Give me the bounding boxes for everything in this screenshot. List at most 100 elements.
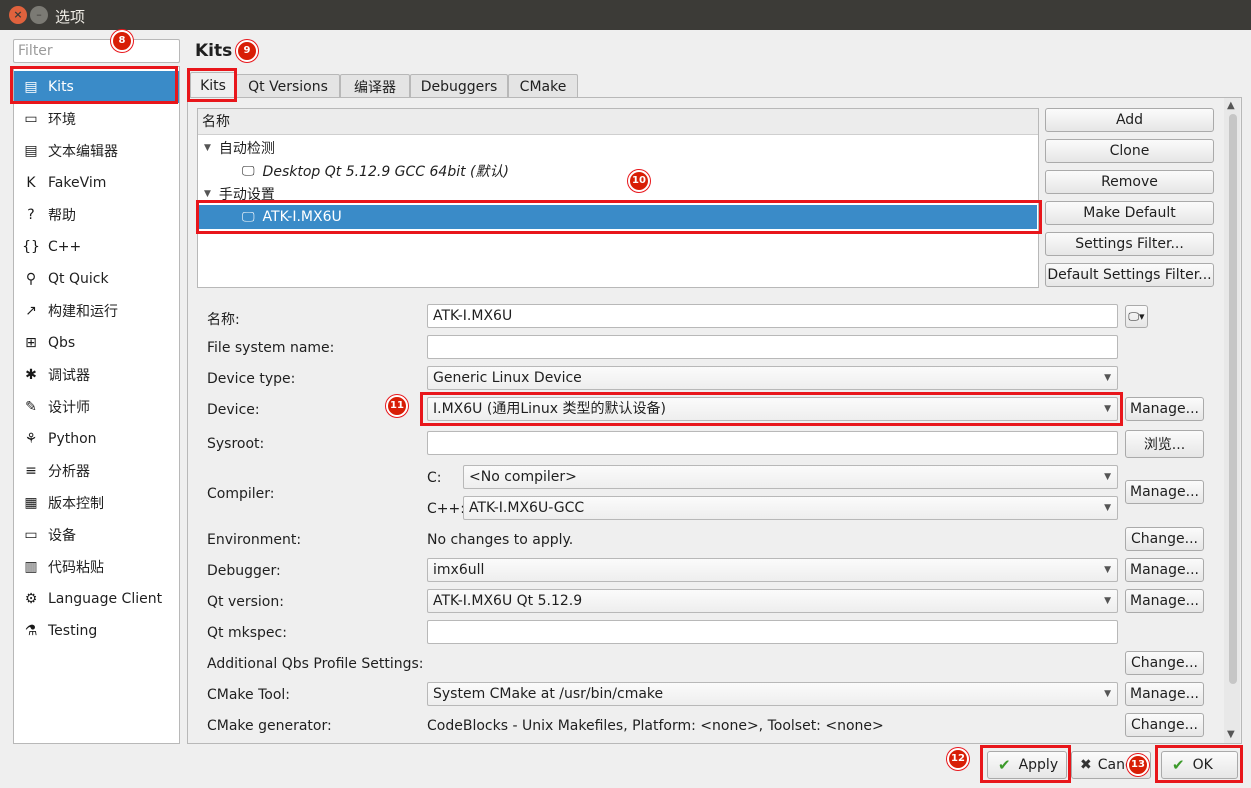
- annotation-badge: 9: [236, 40, 258, 62]
- sidebar-item-testing[interactable]: ⚗ Testing: [14, 615, 179, 647]
- filter-input[interactable]: [13, 39, 180, 63]
- cmake-tool-manage-button[interactable]: Manage...: [1125, 682, 1204, 706]
- compiler-label: Compiler:: [207, 486, 275, 502]
- qt-version-combo[interactable]: ATK-I.MX6U Qt 5.12.9 ▼: [427, 589, 1118, 613]
- qbs-settings-label: Additional Qbs Profile Settings:: [207, 656, 424, 672]
- sidebar-item-qt-quick[interactable]: ⚲ Qt Quick: [14, 263, 179, 295]
- debugger-combo[interactable]: imx6ull ▼: [427, 558, 1118, 582]
- device-type-combo[interactable]: Generic Linux Device ▼: [427, 366, 1118, 390]
- sidebar-item--[interactable]: ≡ 分析器: [14, 455, 179, 487]
- mkspec-field[interactable]: [427, 620, 1118, 644]
- sidebar-item--[interactable]: ✎ 设计师: [14, 391, 179, 423]
- tab-qt-versions[interactable]: Qt Versions: [236, 74, 340, 98]
- minimize-window-icon[interactable]: –: [30, 6, 48, 24]
- sidebar-item-label: Qbs: [48, 335, 76, 351]
- cancel-x-icon: ✖: [1080, 757, 1092, 773]
- compiler-cpp-label: C++:: [427, 501, 465, 517]
- checkmark-icon: ✔: [1172, 756, 1185, 774]
- tab-cmake[interactable]: CMake: [508, 74, 578, 98]
- monitor-icon: 🖵▾: [1128, 309, 1145, 323]
- default-settings-filter-button[interactable]: Default Settings Filter...: [1045, 263, 1214, 287]
- version-control-icon: ▦: [24, 495, 38, 511]
- sidebar-item-label: 构建和运行: [48, 304, 118, 320]
- expand-arrow-icon[interactable]: ▼: [204, 143, 211, 153]
- sidebar-item-label: C++: [48, 239, 82, 255]
- ok-button[interactable]: ✔ OK: [1161, 751, 1238, 779]
- fs-name-field[interactable]: [427, 335, 1118, 359]
- sidebar-item-label: 调试器: [48, 368, 90, 384]
- device-manage-button[interactable]: Manage...: [1125, 397, 1204, 421]
- sidebar-item-label: 设备: [48, 528, 76, 544]
- scroll-down-icon[interactable]: ▼: [1227, 729, 1235, 740]
- compiler-c-label: C:: [427, 470, 442, 486]
- sidebar-item--[interactable]: ↗ 构建和运行: [14, 295, 179, 327]
- sysroot-field[interactable]: [427, 431, 1118, 455]
- sidebar-item--[interactable]: ▭ 环境: [14, 103, 179, 135]
- cmake-generator-change-button[interactable]: Change...: [1125, 713, 1204, 737]
- sidebar-item--[interactable]: ? 帮助: [14, 199, 179, 231]
- annotation-badge: 10: [628, 170, 650, 192]
- tree-group-manual[interactable]: ▼ 手动设置: [204, 182, 275, 206]
- cmake-generator-value: CodeBlocks - Unix Makefiles, Platform: <…: [427, 718, 884, 734]
- window-title: 选项: [55, 8, 86, 26]
- settings-filter-button[interactable]: Settings Filter...: [1045, 232, 1214, 256]
- tree-kit-desktop[interactable]: 🖵 Desktop Qt 5.12.9 GCC 64bit (默认): [242, 159, 509, 183]
- make-default-button[interactable]: Make Default: [1045, 201, 1214, 225]
- tree-kit-desktop-label: Desktop Qt 5.12.9 GCC 64bit (默认): [262, 164, 509, 180]
- tree-header-name[interactable]: 名称: [198, 109, 1038, 135]
- compiler-manage-button[interactable]: Manage...: [1125, 480, 1204, 504]
- kit-tree: [197, 108, 1039, 288]
- expand-arrow-icon[interactable]: ▼: [204, 189, 211, 199]
- device-combo[interactable]: I.MX6U (通用Linux 类型的默认设备) ▼: [427, 397, 1118, 421]
- sidebar-item-kits[interactable]: ▤ Kits: [14, 71, 179, 103]
- sidebar-item--[interactable]: ✱ 调试器: [14, 359, 179, 391]
- sidebar-item--[interactable]: ▥ 代码粘贴: [14, 551, 179, 583]
- debugger-manage-button[interactable]: Manage...: [1125, 558, 1204, 582]
- device-icon-picker[interactable]: 🖵▾: [1125, 305, 1148, 328]
- sysroot-browse-button[interactable]: 浏览...: [1125, 430, 1204, 458]
- qt-version-value: ATK-I.MX6U Qt 5.12.9: [433, 593, 583, 609]
- cmake-tool-combo[interactable]: System CMake at /usr/bin/cmake ▼: [427, 682, 1118, 706]
- sidebar-item-label: 文本编辑器: [48, 144, 118, 160]
- page-title: Kits: [195, 41, 233, 61]
- compiler-cpp-combo[interactable]: ATK-I.MX6U-GCC ▼: [463, 496, 1118, 520]
- scroll-up-icon[interactable]: ▲: [1227, 100, 1235, 111]
- dropdown-arrow-icon: ▼: [1104, 565, 1111, 575]
- sidebar-item-c++[interactable]: {} C++: [14, 231, 179, 263]
- tree-kit-atk-imx6u[interactable]: 🖵 ATK-I.MX6U: [199, 205, 1037, 229]
- close-window-icon[interactable]: ×: [9, 6, 27, 24]
- sidebar-item-python[interactable]: ⚘ Python: [14, 423, 179, 455]
- sidebar-item-label: FakeVim: [48, 175, 107, 191]
- sidebar-item-label: 分析器: [48, 464, 90, 480]
- environment-change-button[interactable]: Change...: [1125, 527, 1204, 551]
- hammer-icon: ↗: [25, 303, 37, 319]
- name-field[interactable]: ATK-I.MX6U: [427, 304, 1118, 328]
- qbs-change-button[interactable]: Change...: [1125, 651, 1204, 675]
- apply-button[interactable]: ✔ Apply: [987, 751, 1067, 779]
- tree-group-auto[interactable]: ▼ 自动检测: [204, 136, 275, 160]
- tab-debuggers[interactable]: Debuggers: [410, 74, 508, 98]
- add-button[interactable]: Add: [1045, 108, 1214, 132]
- remove-button[interactable]: Remove: [1045, 170, 1214, 194]
- scrollbar-thumb[interactable]: [1229, 114, 1237, 684]
- braces-icon: {}: [22, 239, 40, 255]
- language-client-icon: ⚙: [24, 591, 38, 607]
- compiler-c-combo[interactable]: <No compiler> ▼: [463, 465, 1118, 489]
- sidebar-item--[interactable]: ▦ 版本控制: [14, 487, 179, 519]
- tab-compilers[interactable]: 编译器: [340, 74, 410, 98]
- annotation-badge: 12: [947, 748, 969, 770]
- sidebar-item--[interactable]: ▤ 文本编辑器: [14, 135, 179, 167]
- sidebar-item--[interactable]: ▭ 设备: [14, 519, 179, 551]
- clone-button[interactable]: Clone: [1045, 139, 1214, 163]
- mkspec-label: Qt mkspec:: [207, 625, 287, 641]
- sidebar-item-qbs[interactable]: ⊞ Qbs: [14, 327, 179, 359]
- sidebar-item-label: Kits: [48, 79, 74, 95]
- sidebar-item-label: 版本控制: [48, 496, 104, 512]
- tab-kits[interactable]: Kits: [190, 72, 236, 98]
- sidebar-item-fakevim[interactable]: K FakeVim: [14, 167, 179, 199]
- sidebar-item-language-client[interactable]: ⚙ Language Client: [14, 583, 179, 615]
- dropdown-arrow-icon: ▼: [1104, 689, 1111, 699]
- analyzer-icon: ≡: [25, 463, 37, 479]
- qt-version-manage-button[interactable]: Manage...: [1125, 589, 1204, 613]
- device-icon: ▭: [24, 527, 38, 543]
